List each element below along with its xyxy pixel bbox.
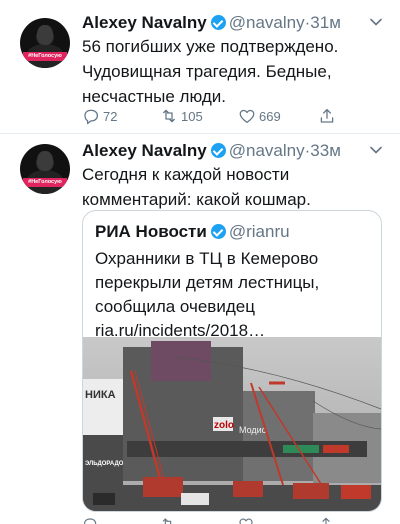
author-name[interactable]: Alexey Navalny — [82, 13, 207, 32]
verified-badge-icon — [210, 143, 226, 158]
avatar-tag: #НеГолосую — [23, 52, 67, 61]
reply-count: 72 — [103, 108, 118, 124]
sign-center: zolo — [214, 420, 234, 431]
quoted-photo[interactable]: НИКА ЭЛЬДОРАДО zolo Модис — [83, 337, 381, 511]
avatar[interactable]: #НеГолосую — [20, 18, 70, 68]
avatar-tag: #НеГолосую — [23, 178, 67, 187]
verified-badge-icon — [210, 224, 226, 239]
tweet-actions: 72 105 669 — [82, 106, 382, 126]
retweet-button[interactable]: 105 — [160, 106, 203, 126]
retweet-count: 105 — [181, 108, 203, 124]
like-button[interactable]: 669 — [238, 106, 281, 126]
quoted-header: РИА Новости @rianru — [95, 220, 290, 244]
tweet-header: Alexey Navalny @navalny·31м — [82, 12, 341, 34]
like-count: 669 — [259, 108, 281, 124]
tweet[interactable]: #НеГолосую Alexey Navalny @navalny·33м Се… — [0, 134, 400, 524]
avatar-face — [37, 25, 53, 45]
timestamp[interactable]: 33м — [310, 141, 341, 160]
tweet[interactable]: #НеГолосую Alexey Navalny @navalny·31м 56… — [0, 0, 400, 134]
quoted-tweet[interactable]: РИА Новости @rianru Охранники в ТЦ в Кеме… — [82, 210, 382, 512]
reply-icon — [84, 109, 99, 125]
tweet-text: Сегодня к каждой новости комментарий: ка… — [82, 165, 311, 209]
reply-button[interactable]: 72 — [82, 106, 117, 126]
sign-left: НИКА — [85, 389, 116, 401]
retweet-icon — [163, 109, 175, 123]
quoted-author-handle[interactable]: @rianru — [229, 222, 290, 241]
author-handle[interactable]: @navalny — [229, 13, 305, 32]
heart-icon — [239, 109, 255, 124]
sign-right: Модис — [239, 425, 267, 435]
avatar[interactable]: #НеГолосую — [20, 144, 70, 194]
tweet-header: Alexey Navalny @navalny·33м — [82, 140, 341, 162]
author-handle[interactable]: @navalny — [229, 141, 305, 160]
quoted-text: Охранники в ТЦ в Кемерово перекрыли детя… — [95, 249, 320, 340]
share-button[interactable] — [318, 106, 339, 126]
timestamp[interactable]: 31м — [310, 13, 341, 32]
author-name[interactable]: Alexey Navalny — [82, 141, 207, 160]
sign-left-bottom: ЭЛЬДОРАДО — [85, 461, 124, 467]
chevron-down-icon[interactable] — [370, 144, 382, 156]
quoted-author-name[interactable]: РИА Новости — [95, 222, 207, 241]
avatar-face — [37, 151, 53, 171]
share-icon — [320, 108, 334, 123]
chevron-down-icon[interactable] — [370, 16, 382, 28]
verified-badge-icon — [210, 15, 226, 30]
tweet-text: 56 погибших уже подтверждено. Чудовищная… — [82, 37, 339, 106]
